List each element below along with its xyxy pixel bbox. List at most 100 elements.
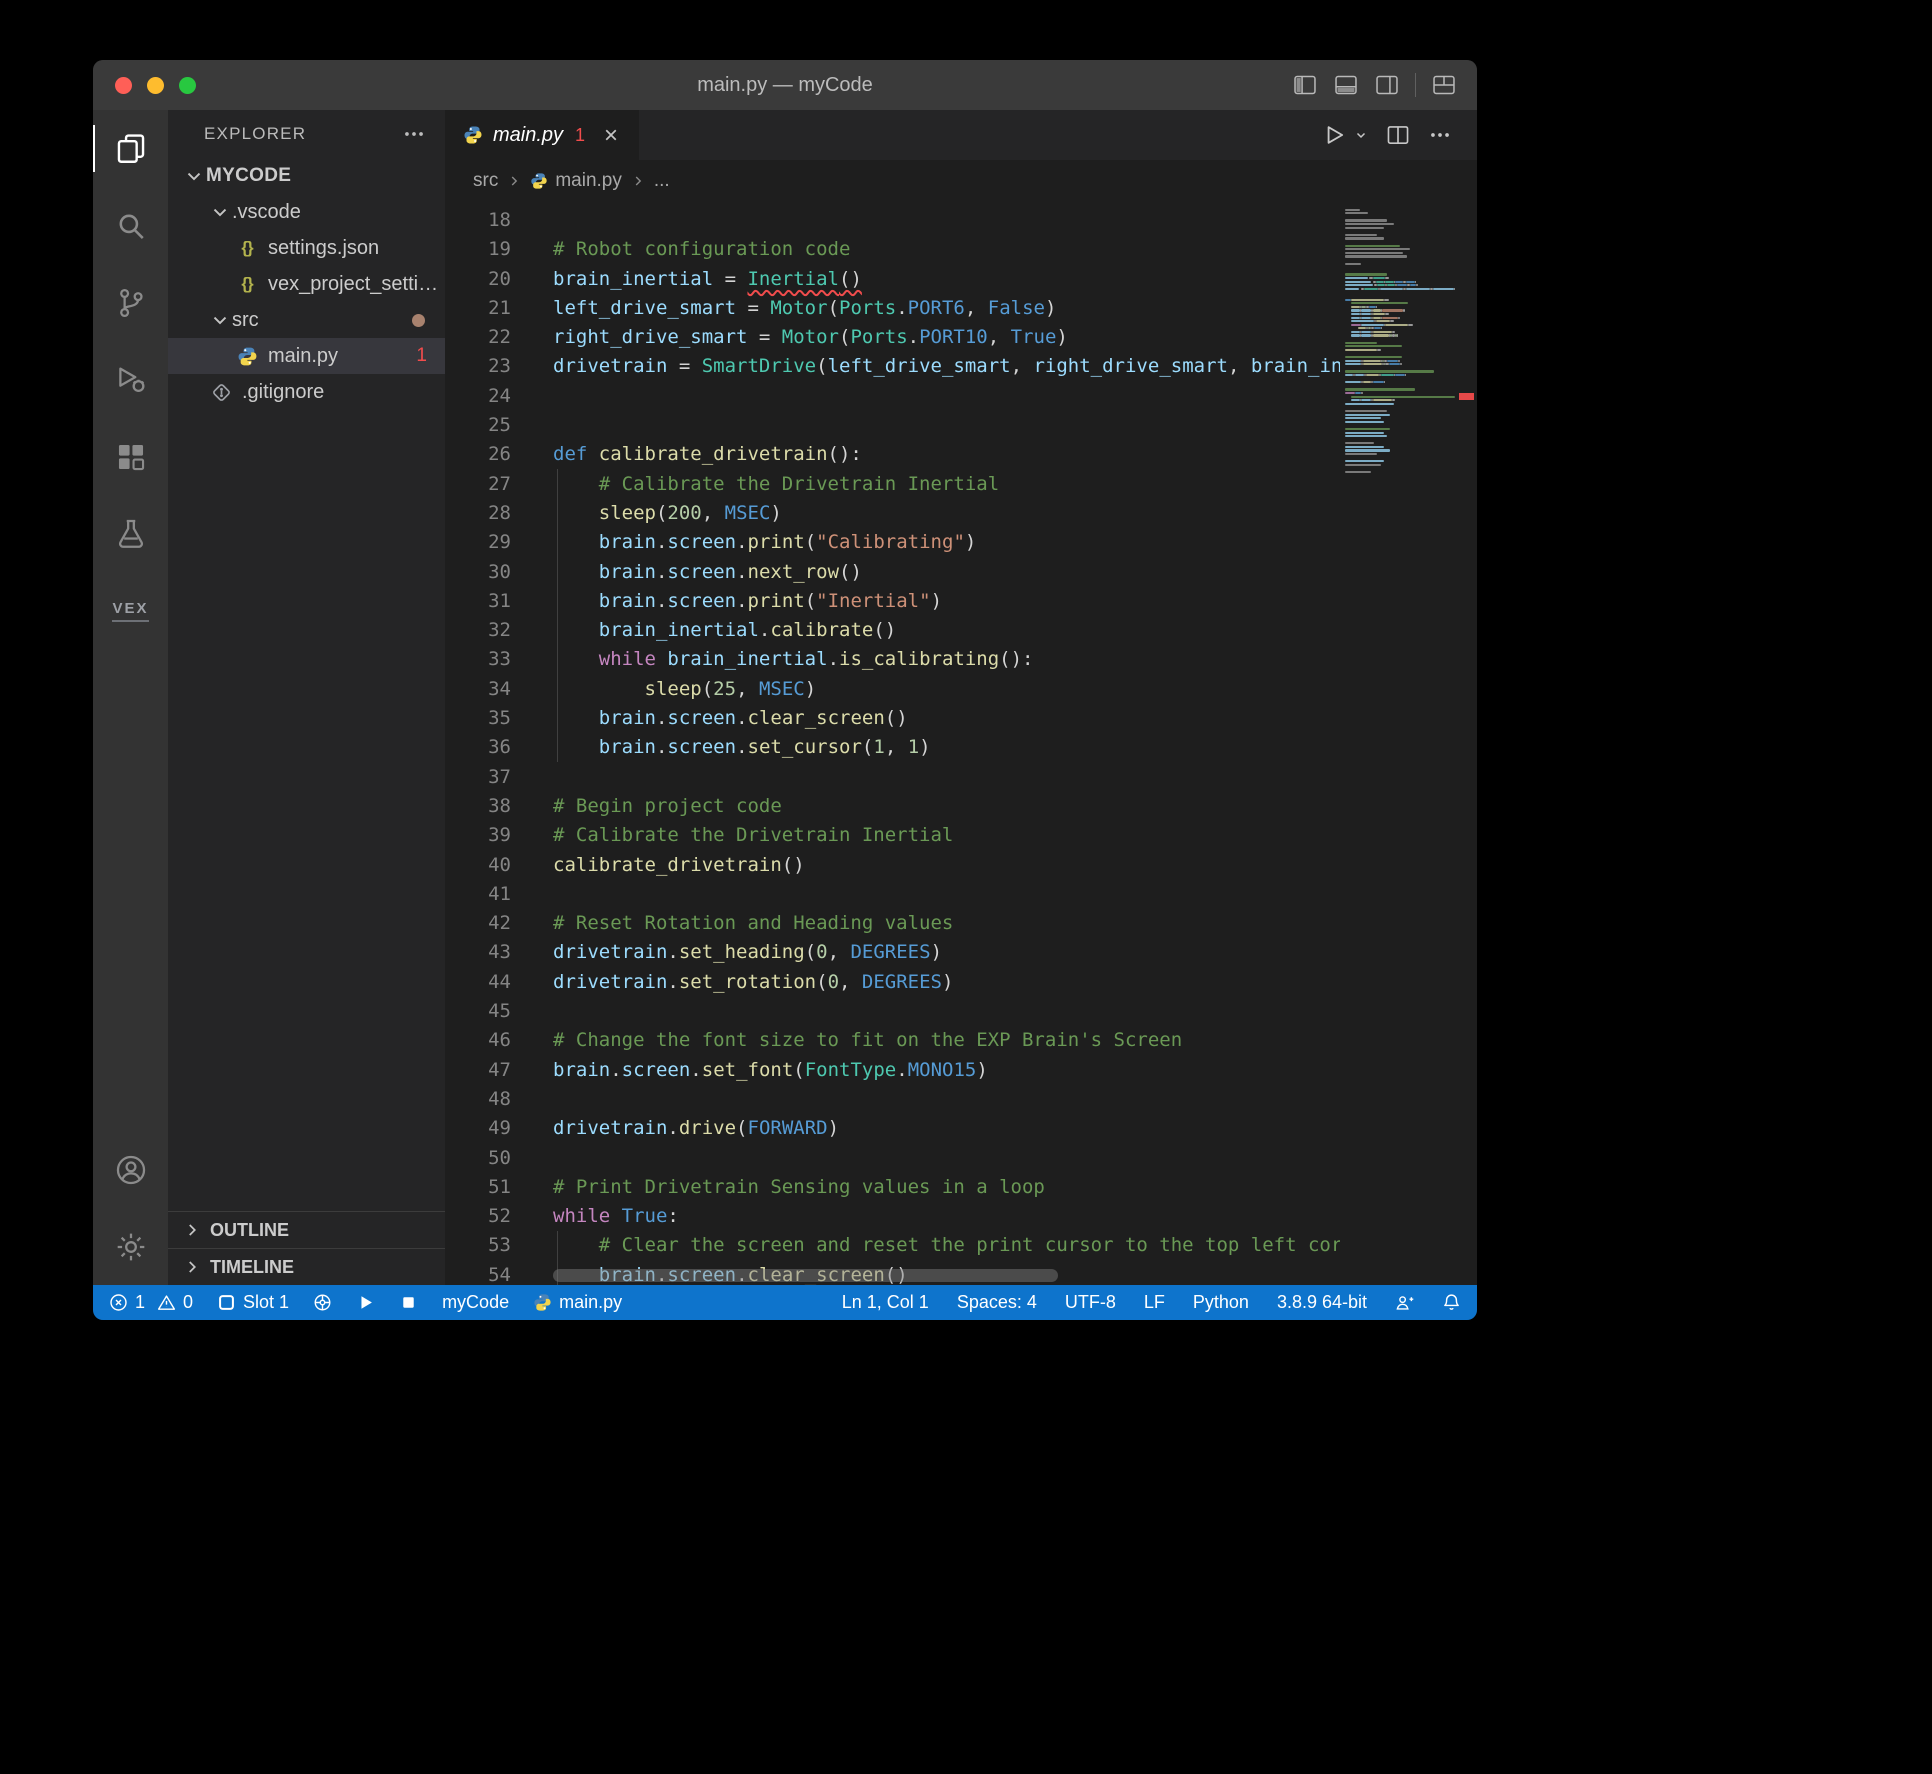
toggle-secondary-sidebar-icon[interactable] [1374, 72, 1400, 98]
code-line[interactable]: 53 # Clear the screen and reset the prin… [445, 1231, 1340, 1260]
vex-logo-icon: VEX [112, 600, 148, 622]
tree-item-settings-json[interactable]: {}settings.json [168, 230, 445, 266]
tree-item-src[interactable]: src [168, 302, 445, 338]
status-vex-slot[interactable]: Slot 1 [217, 1292, 289, 1313]
tree-item-main-py[interactable]: main.py1 [168, 338, 445, 374]
code-line[interactable]: 30 brain.screen.next_row() [445, 558, 1340, 587]
code-line[interactable]: 45 [445, 997, 1340, 1026]
code-line[interactable]: 44drivetrain.set_rotation(0, DEGREES) [445, 968, 1340, 997]
breadcrumb-src[interactable]: src [473, 170, 498, 192]
code-line[interactable]: 49drivetrain.drive(FORWARD) [445, 1114, 1340, 1143]
status-feedback[interactable] [1395, 1293, 1414, 1312]
title-bar[interactable]: main.py — myCode [93, 60, 1477, 110]
status-notifications[interactable] [1442, 1293, 1461, 1312]
code-line[interactable]: 35 brain.screen.clear_screen() [445, 704, 1340, 733]
line-number: 26 [445, 440, 553, 469]
horizontal-scrollbar[interactable] [553, 1269, 1058, 1282]
activity-item-settings[interactable] [93, 1208, 168, 1285]
close-tab-icon[interactable] [601, 125, 621, 145]
split-editor-icon[interactable] [1385, 122, 1411, 148]
code-line[interactable]: 33 while brain_inertial.is_calibrating()… [445, 645, 1340, 674]
code-line[interactable]: 25 [445, 411, 1340, 440]
status-active-file[interactable]: main.py [533, 1292, 622, 1313]
status-label: 0 [183, 1292, 193, 1313]
tree-item-mycode[interactable]: MYCODE [168, 158, 445, 194]
status-indentation[interactable]: Spaces: 4 [957, 1292, 1037, 1313]
run-dropdown-chevron-icon[interactable] [1363, 127, 1369, 143]
activity-item-accounts[interactable] [93, 1131, 168, 1208]
code-line[interactable]: 43drivetrain.set_heading(0, DEGREES) [445, 938, 1340, 967]
more-editor-actions-icon[interactable] [1427, 122, 1453, 148]
zoom-window-button[interactable] [179, 77, 196, 94]
status-vex-stop[interactable] [399, 1293, 418, 1312]
status-eol[interactable]: LF [1144, 1292, 1165, 1313]
sidebar-title: EXPLORER [204, 124, 306, 144]
code-line[interactable]: 20brain_inertial = Inertial() [445, 265, 1340, 294]
customize-layout-icon[interactable] [1431, 72, 1457, 98]
toggle-panel-icon[interactable] [1333, 72, 1359, 98]
code-line[interactable]: 50 [445, 1144, 1340, 1173]
code-line[interactable]: 32 brain_inertial.calibrate() [445, 616, 1340, 645]
code-line[interactable]: 29 brain.screen.print("Calibrating") [445, 528, 1340, 557]
minimap[interactable] [1340, 202, 1455, 1285]
code-line[interactable]: 21left_drive_smart = Motor(Ports.PORT6, … [445, 294, 1340, 323]
toggle-primary-sidebar-icon[interactable] [1292, 72, 1318, 98]
code-lines[interactable]: 1819# Robot configuration code20brain_in… [445, 202, 1340, 1285]
code-line[interactable]: 24 [445, 382, 1340, 411]
code-editor[interactable]: 1819# Robot configuration code20brain_in… [445, 202, 1477, 1285]
tree-item-vscode[interactable]: .vscode [168, 194, 445, 230]
section-timeline[interactable]: TIMELINE [168, 1248, 445, 1285]
run-python-file-icon[interactable] [1321, 122, 1347, 148]
code-line[interactable]: 27 # Calibrate the Drivetrain Inertial [445, 470, 1340, 499]
status-problems-errors[interactable]: 1 [109, 1292, 145, 1313]
tree-item-gitignore[interactable]: .gitignore [168, 374, 445, 410]
file-tree: MYCODE.vscode{}settings.json{}vex_projec… [168, 158, 445, 410]
code-line[interactable]: 18 [445, 206, 1340, 235]
code-line[interactable]: 36 brain.screen.set_cursor(1, 1) [445, 733, 1340, 762]
activity-item-run-and-debug[interactable] [93, 341, 168, 418]
activity-item-explorer[interactable] [93, 110, 168, 187]
activity-item-search[interactable] [93, 187, 168, 264]
code-line[interactable]: 28 sleep(200, MSEC) [445, 499, 1340, 528]
code-line[interactable]: 40calibrate_drivetrain() [445, 851, 1340, 880]
status-cursor-position[interactable]: Ln 1, Col 1 [842, 1292, 929, 1313]
status-vex-run[interactable] [356, 1293, 375, 1312]
status-project-name[interactable]: myCode [442, 1292, 509, 1313]
breadcrumb-item[interactable]: ... [654, 170, 670, 192]
close-window-button[interactable] [115, 77, 132, 94]
line-number: 50 [445, 1144, 553, 1173]
code-line[interactable]: 48 [445, 1085, 1340, 1114]
code-line[interactable]: 52while True: [445, 1202, 1340, 1231]
activity-item-testing[interactable] [93, 495, 168, 572]
activity-item-vex[interactable]: VEX [93, 572, 168, 649]
status-language-mode[interactable]: Python [1193, 1292, 1249, 1313]
status-python-interpreter[interactable]: 3.8.9 64-bit [1277, 1292, 1367, 1313]
status-label: Slot 1 [243, 1292, 289, 1313]
code-line[interactable]: 34 sleep(25, MSEC) [445, 675, 1340, 704]
code-line[interactable]: 46# Change the font size to fit on the E… [445, 1026, 1340, 1055]
activity-item-source-control[interactable] [93, 264, 168, 341]
code-line[interactable]: 22right_drive_smart = Motor(Ports.PORT10… [445, 323, 1340, 352]
code-line[interactable]: 31 brain.screen.print("Inertial") [445, 587, 1340, 616]
vscode-window: main.py — myCode VEX EXPLORER MYCODE.vsc… [93, 60, 1477, 1320]
activity-item-extensions[interactable] [93, 418, 168, 495]
minimize-window-button[interactable] [147, 77, 164, 94]
status-problems-warnings[interactable]: 0 [157, 1292, 193, 1313]
code-line[interactable]: 23drivetrain = SmartDrive(left_drive_sma… [445, 352, 1340, 381]
status-encoding[interactable]: UTF-8 [1065, 1292, 1116, 1313]
code-line[interactable]: 42# Reset Rotation and Heading values [445, 909, 1340, 938]
status-vex-device[interactable] [313, 1293, 332, 1312]
tree-item-vex-project-settin[interactable]: {}vex_project_settin... [168, 266, 445, 302]
section-outline[interactable]: OUTLINE [168, 1211, 445, 1248]
code-line[interactable]: 19# Robot configuration code [445, 235, 1340, 264]
code-line[interactable]: 39# Calibrate the Drivetrain Inertial [445, 821, 1340, 850]
views-and-more-actions-icon[interactable] [401, 121, 427, 147]
code-line[interactable]: 38# Begin project code [445, 792, 1340, 821]
code-line[interactable]: 41 [445, 880, 1340, 909]
code-line[interactable]: 26def calibrate_drivetrain(): [445, 440, 1340, 469]
code-line[interactable]: 51# Print Drivetrain Sensing values in a… [445, 1173, 1340, 1202]
tab-main-py[interactable]: main.py 1 [445, 110, 639, 160]
code-line[interactable]: 47brain.screen.set_font(FontType.MONO15) [445, 1056, 1340, 1085]
breadcrumb-main-py[interactable]: main.py [530, 170, 622, 192]
code-line[interactable]: 37 [445, 763, 1340, 792]
